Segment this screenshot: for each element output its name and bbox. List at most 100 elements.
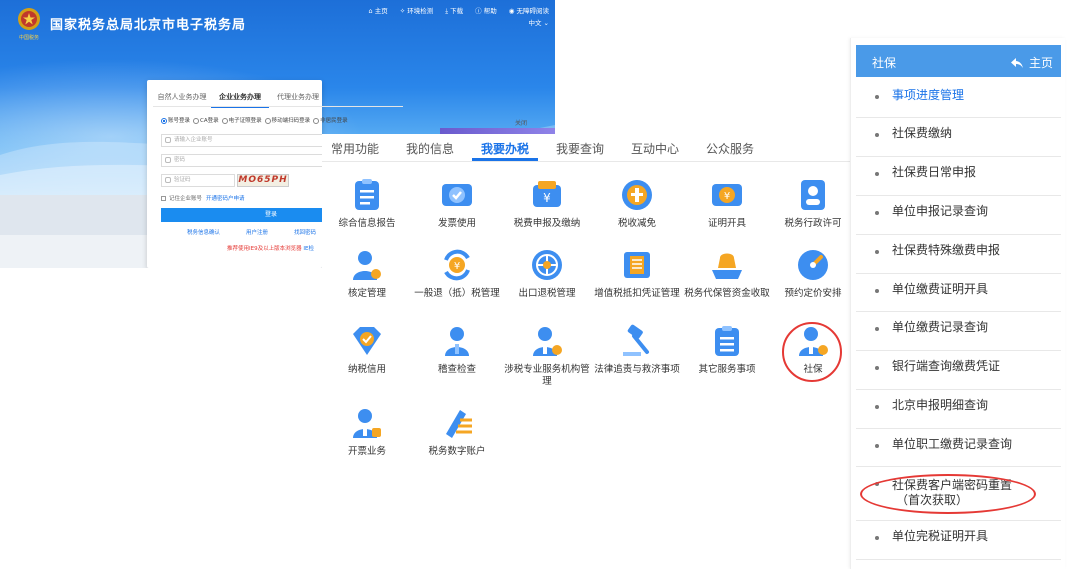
sidebar-item-employee-records[interactable]: 单位职工缴费记录查询: [856, 429, 1061, 467]
service-item-export-refund[interactable]: 出口退税管理: [502, 248, 592, 300]
tax-services-panel: 常用功能 我的信息 我要办税 我要查询 互动中心 公众服务 综合信息报告 发票使…: [322, 134, 850, 569]
password-account-apply-link[interactable]: 开通密码户申请: [206, 196, 245, 202]
nav-help[interactable]: ⓘ 帮助: [475, 5, 497, 16]
svg-text:¥: ¥: [454, 261, 460, 272]
search-icon: [165, 177, 171, 183]
sidebar-title: 社保: [872, 56, 897, 70]
back-arrow-icon: [1010, 58, 1023, 68]
vat-voucher-icon: [624, 252, 650, 278]
export-refund-icon: [532, 250, 562, 280]
captcha-image[interactable]: MO65PH: [237, 174, 289, 187]
service-item-tax-reduction[interactable]: 税收减免: [592, 178, 682, 230]
nav-env-check[interactable]: ✧ 环境检测: [400, 5, 434, 16]
service-item-inspection[interactable]: 稽查检查: [412, 324, 502, 376]
nav-home[interactable]: ⌂ 主页: [369, 5, 388, 16]
document-list-icon: [355, 179, 379, 210]
advance-pricing-icon: [798, 250, 828, 280]
service-item-legal[interactable]: 法律追责与救济事项: [592, 324, 682, 376]
service-item-info-report[interactable]: 综合信息报告: [322, 178, 412, 230]
sidebar-header: 社保 主页: [856, 45, 1061, 77]
service-item-other-services[interactable]: 其它服务事项: [682, 324, 772, 376]
radio-e-license-login[interactable]: 电子证照登录: [221, 116, 262, 124]
bullet-icon: [875, 133, 879, 137]
tab-public-service[interactable]: 公众服务: [706, 140, 754, 157]
browser-check-link[interactable]: IE检: [303, 246, 314, 252]
sidebar-item-tax-clearance-certificate[interactable]: 单位完税证明开具: [856, 521, 1061, 560]
service-item-tax-refund[interactable]: ¥ 一般退（抵）税管理: [412, 248, 502, 300]
bullet-icon: [875, 536, 879, 540]
service-item-admin-license[interactable]: 税务行政许可: [768, 178, 858, 230]
tab-my-query[interactable]: 我要查询: [556, 140, 604, 157]
radio-mobile-scan-login[interactable]: 移动端扫码登录: [264, 116, 310, 124]
site-title: 国家税务总局北京市电子税务局: [50, 18, 247, 33]
bullet-icon: [875, 289, 879, 293]
sidebar-item-declaration-records[interactable]: 单位申报记录查询: [856, 196, 1061, 235]
service-item-verification[interactable]: 核定管理: [322, 248, 412, 300]
screenshot-stage: 中国税务 国家税务总局北京市电子税务局 ⌂ 主页 ✧ 环境检测 ⤓ 下载 ⓘ 帮…: [0, 0, 1079, 569]
radio-icon: [193, 117, 200, 124]
service-item-service-agency[interactable]: 涉税专业服务机构管理: [502, 324, 592, 388]
sidebar-item-bank-voucher[interactable]: 银行端查询缴费凭证: [856, 351, 1061, 390]
digital-account-icon: [446, 410, 472, 438]
radio-account-login[interactable]: 账号登录: [161, 116, 190, 124]
service-item-certificate[interactable]: ¥ 证明开具: [682, 178, 772, 230]
close-label[interactable]: 关闭: [515, 118, 527, 127]
tax-emblem-icon[interactable]: 中国税务: [12, 6, 46, 42]
bullet-icon: [875, 95, 879, 99]
sidebar-item-payment-records[interactable]: 单位缴费记录查询: [856, 312, 1061, 351]
sidebar-item-daily-declaration[interactable]: 社保费日常申报: [856, 157, 1061, 196]
service-item-vat-voucher[interactable]: 增值税抵扣凭证管理: [592, 248, 682, 300]
tab-my-info[interactable]: 我的信息: [406, 140, 454, 157]
remember-account: 记住企业账号 开通密码户申请: [161, 194, 245, 202]
inspection-icon: [445, 327, 469, 356]
service-item-invoicing[interactable]: 开票业务: [322, 406, 412, 458]
service-item-advance-pricing[interactable]: 预约定价安排: [768, 248, 858, 300]
browser-warning: 推荐使用IE9及以上版本浏览器 IE检: [227, 246, 314, 252]
user-icon: [165, 137, 171, 143]
service-item-digital-account[interactable]: 税务数字账户: [412, 406, 502, 458]
sidebar-home-link[interactable]: 主页: [1010, 54, 1053, 71]
tax-info-confirm-link[interactable]: 税务信息确认: [187, 228, 220, 236]
tab-common-functions[interactable]: 常用功能: [331, 140, 379, 157]
radio-icon: [221, 117, 228, 124]
sidebar-item-progress-management[interactable]: 事项进度管理: [856, 80, 1061, 118]
sidebar-item-payment-certificate[interactable]: 单位缴费证明开具: [856, 274, 1061, 312]
legal-hammer-icon: [623, 324, 649, 356]
remember-checkbox[interactable]: [161, 196, 166, 201]
nav-accessibility[interactable]: ◉ 无障碍阅读: [509, 5, 549, 16]
recover-password-link[interactable]: 找回密码: [294, 228, 316, 236]
other-services-icon: [715, 326, 739, 356]
service-item-custody-fund[interactable]: 税务代保管资金收取: [682, 248, 772, 300]
login-mode-radios: 账号登录 CA登录 电子证照登录 移动端扫码登录 非居民登录: [161, 116, 348, 124]
highlight-ellipse-password-reset: [860, 474, 1036, 514]
main-tabs: 常用功能 我的信息 我要办税 我要查询 互动中心 公众服务: [322, 134, 850, 162]
radio-nonresident-login[interactable]: 非居民登录: [313, 116, 348, 124]
service-item-tax-credit[interactable]: 纳税信用: [322, 324, 412, 376]
tab-interaction-center[interactable]: 互动中心: [631, 140, 679, 157]
radio-ca-login[interactable]: CA登录: [193, 116, 219, 124]
language-select[interactable]: 中文 ⌄: [528, 17, 549, 27]
bullet-icon: [875, 250, 879, 254]
radio-icon: [313, 117, 320, 124]
svg-text:¥: ¥: [724, 191, 730, 202]
bullet-icon: [875, 211, 879, 215]
captcha-input[interactable]: 验证码: [161, 174, 235, 187]
bullet-icon: [875, 172, 879, 176]
radio-icon: [264, 117, 271, 124]
sidebar-item-beijing-details[interactable]: 北京申报明细查询: [856, 390, 1061, 429]
tax-credit-icon: [353, 327, 381, 355]
highlight-circle-social-security: [782, 322, 842, 382]
service-agency-icon: [533, 327, 562, 356]
lock-icon: [165, 157, 171, 163]
nav-download[interactable]: ⤓ 下载: [445, 5, 463, 16]
user-register-link[interactable]: 用户注册: [246, 228, 268, 236]
tab-tax-handling[interactable]: 我要办税: [481, 140, 529, 157]
login-box: 自然人业务办理 企业业务办理 代理业务办理 账号登录 CA登录 电子证照登录 移…: [147, 80, 403, 268]
bullet-icon: [875, 444, 879, 448]
invoice-icon: [442, 184, 472, 206]
sidebar-item-payment[interactable]: 社保费缴纳: [856, 118, 1061, 157]
login-help-links: 税务信息确认 用户注册 找回密码: [187, 228, 316, 236]
service-item-tax-declaration[interactable]: ¥ 税费申报及缴纳: [502, 178, 592, 230]
service-item-invoice-use[interactable]: 发票使用: [412, 178, 502, 230]
sidebar-item-special-declaration[interactable]: 社保费特殊缴费申报: [856, 235, 1061, 274]
